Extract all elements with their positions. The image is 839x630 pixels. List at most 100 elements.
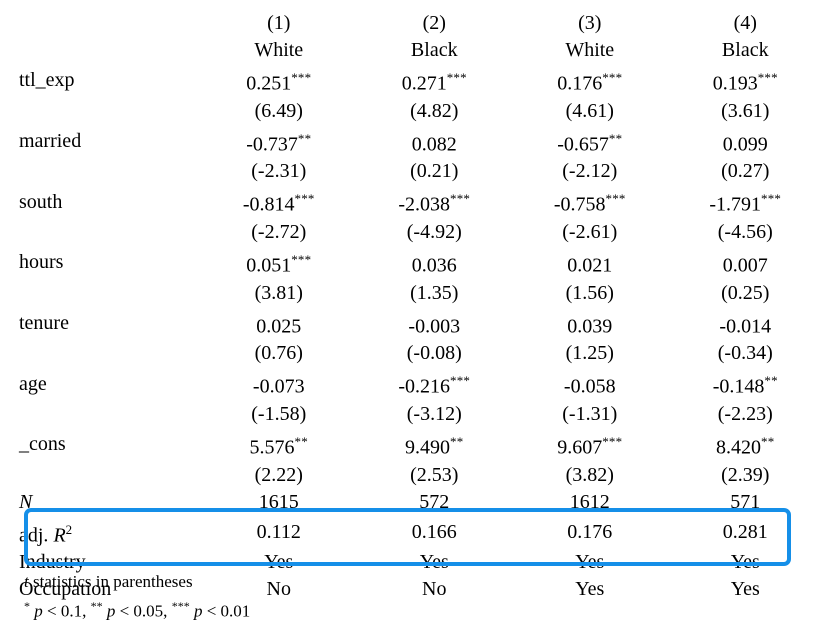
- coefficient-value: 5.576**: [201, 428, 357, 462]
- control-value: Yes: [575, 551, 605, 574]
- coefficient-row: tenure 0.025 -0.003 0.039 -0.014: [19, 307, 823, 341]
- tstatistic-row: (6.49) (4.82) (4.61) (3.61): [19, 98, 823, 125]
- significance-stars: ***: [757, 70, 778, 85]
- coefficient-number: -0.058: [563, 375, 616, 398]
- coefficient-value: 9.607***: [512, 428, 668, 462]
- tstatistic-row: (3.81) (1.35) (1.56) (0.25): [19, 280, 823, 307]
- coefficient-value: 0.176***: [512, 64, 668, 98]
- tstatistic-value: (-2.72): [251, 220, 307, 243]
- tstatistic-value: (3.61): [721, 99, 770, 122]
- coefficient-value: 0.099: [668, 125, 824, 159]
- tstatistic-value: (-0.08): [406, 342, 462, 365]
- tstatistic-value: (0.25): [721, 281, 770, 304]
- coefficient-number: 0.099: [722, 133, 768, 156]
- header-group-blank: [19, 37, 201, 64]
- variable-label: south: [19, 190, 63, 213]
- coefficient-number: 0.021: [567, 254, 613, 277]
- statistic-value: 572: [419, 490, 450, 513]
- coefficient-value: 0.082: [357, 125, 513, 159]
- variable-label: age: [19, 372, 47, 395]
- coefficient-value: 0.193***: [668, 64, 824, 98]
- statistic-value: 1612: [569, 490, 610, 513]
- header-model-4-group: Black: [721, 39, 769, 61]
- tstatistic-row-blank-label: [19, 219, 201, 246]
- coefficient-value: -0.014: [668, 307, 824, 341]
- coefficient-value: 0.251***: [201, 64, 357, 98]
- coefficient-value: -0.148**: [668, 367, 824, 401]
- coefficient-value: 0.007: [668, 246, 824, 280]
- tstatistic-value: (0.21): [410, 160, 459, 183]
- header-model-3-group: White: [565, 39, 615, 61]
- variable-label: tenure: [19, 311, 69, 334]
- footnote-threshold-text: p < 0.01: [193, 601, 251, 621]
- significance-stars: ***: [450, 191, 471, 207]
- tstatistic-value: (-2.12): [562, 160, 618, 183]
- tstatistic-value: (0.76): [254, 342, 303, 365]
- coefficient-row: _cons 5.576** 9.490** 9.607*** 8.420**: [19, 428, 823, 462]
- tstatistic-value: (4.82): [410, 99, 459, 122]
- tstatistic-row: (-1.58) (-3.12) (-1.31) (-2.23): [19, 401, 823, 428]
- significance-stars: **: [761, 433, 775, 449]
- coefficient-row: ttl_exp 0.251*** 0.271*** 0.176*** 0.193***: [19, 64, 823, 98]
- coefficient-number: -1.791: [709, 193, 762, 216]
- table-header: (1) (2) (3) (4) White Black White Black: [19, 10, 823, 64]
- significance-stars: ***: [291, 251, 312, 267]
- header-model-3-number: (3): [578, 12, 602, 34]
- statistic-label-text: adj. R: [19, 524, 66, 547]
- variable-label: _cons: [19, 433, 66, 456]
- coefficient-number: 0.082: [411, 133, 457, 156]
- tstatistic-row-blank-label: [19, 280, 201, 307]
- coefficient-value: -0.814***: [201, 185, 357, 219]
- tstatistic-value: (-0.34): [717, 342, 773, 365]
- control-value: Yes: [575, 578, 605, 601]
- tstatistic-row-blank-label: [19, 158, 201, 185]
- significance-stars: ***: [761, 191, 782, 207]
- tstatistic-value: (6.49): [254, 99, 303, 122]
- statistic-label: N: [19, 490, 33, 513]
- tstatistic-value: (2.39): [721, 463, 770, 486]
- footnote-threshold-text: p < 0.1,: [34, 601, 91, 621]
- coefficient-number: -2.038: [398, 193, 451, 216]
- coefficient-number: -0.003: [408, 315, 461, 338]
- tstatistic-row: (0.76) (-0.08) (1.25) (-0.34): [19, 340, 823, 367]
- coefficient-number: 0.039: [567, 315, 613, 338]
- coefficient-value: -0.003: [357, 307, 513, 341]
- significance-stars: ***: [605, 191, 626, 207]
- tstatistic-value: (-3.12): [406, 402, 462, 425]
- tstatistic-row: (-2.72) (-4.92) (-2.61) (-4.56): [19, 219, 823, 246]
- significance-stars: ***: [602, 433, 623, 449]
- significance-stars: ***: [294, 191, 315, 207]
- significance-stars: ***: [291, 70, 312, 85]
- coefficient-number: 5.576: [249, 436, 295, 459]
- coefficient-number: 0.051: [246, 254, 292, 277]
- coefficient-rows-body: ttl_exp 0.251*** 0.271*** 0.176*** 0.193***(…: [19, 64, 823, 489]
- coefficient-value: 9.490**: [357, 428, 513, 462]
- coefficient-row: age -0.073 -0.216*** -0.058 -0.148**: [19, 367, 823, 401]
- variable-label: ttl_exp: [19, 69, 75, 92]
- significance-stars: **: [297, 130, 312, 146]
- significance-stars: ***: [602, 70, 623, 85]
- coefficient-row: married -0.737** 0.082 -0.657** 0.099: [19, 125, 823, 159]
- coefficient-value: -0.758***: [512, 185, 668, 219]
- coefficient-number: 0.271: [401, 72, 447, 95]
- coefficient-number: 0.007: [722, 254, 768, 277]
- significance-stars: ***: [450, 373, 471, 389]
- significance-stars: ***: [446, 70, 467, 85]
- tstatistic-value: (1.35): [410, 281, 459, 304]
- variable-label: married: [19, 129, 82, 152]
- header-corner-blank: [19, 10, 201, 37]
- coefficient-value: -2.038***: [357, 185, 513, 219]
- coefficient-value: 0.271***: [357, 64, 513, 98]
- statistic-row: adj. R2 0.112 0.166 0.176 0.281: [19, 516, 823, 550]
- header-model-1-number: (1): [267, 12, 291, 34]
- table-footnotes: t statistics in parentheses * p < 0.1, *…: [24, 570, 250, 624]
- coefficient-number: 0.251: [246, 72, 292, 95]
- header-row-model-numbers: (1) (2) (3) (4): [19, 10, 823, 37]
- coefficient-value: -1.791***: [668, 185, 824, 219]
- coefficient-number: -0.216: [398, 375, 451, 398]
- coefficient-number: -0.073: [252, 375, 305, 398]
- header-model-2-group: Black: [410, 39, 458, 61]
- tstatistic-value: (-4.92): [406, 220, 462, 243]
- coefficient-value: 0.036: [357, 246, 513, 280]
- tstatistic-row-blank-label: [19, 401, 201, 428]
